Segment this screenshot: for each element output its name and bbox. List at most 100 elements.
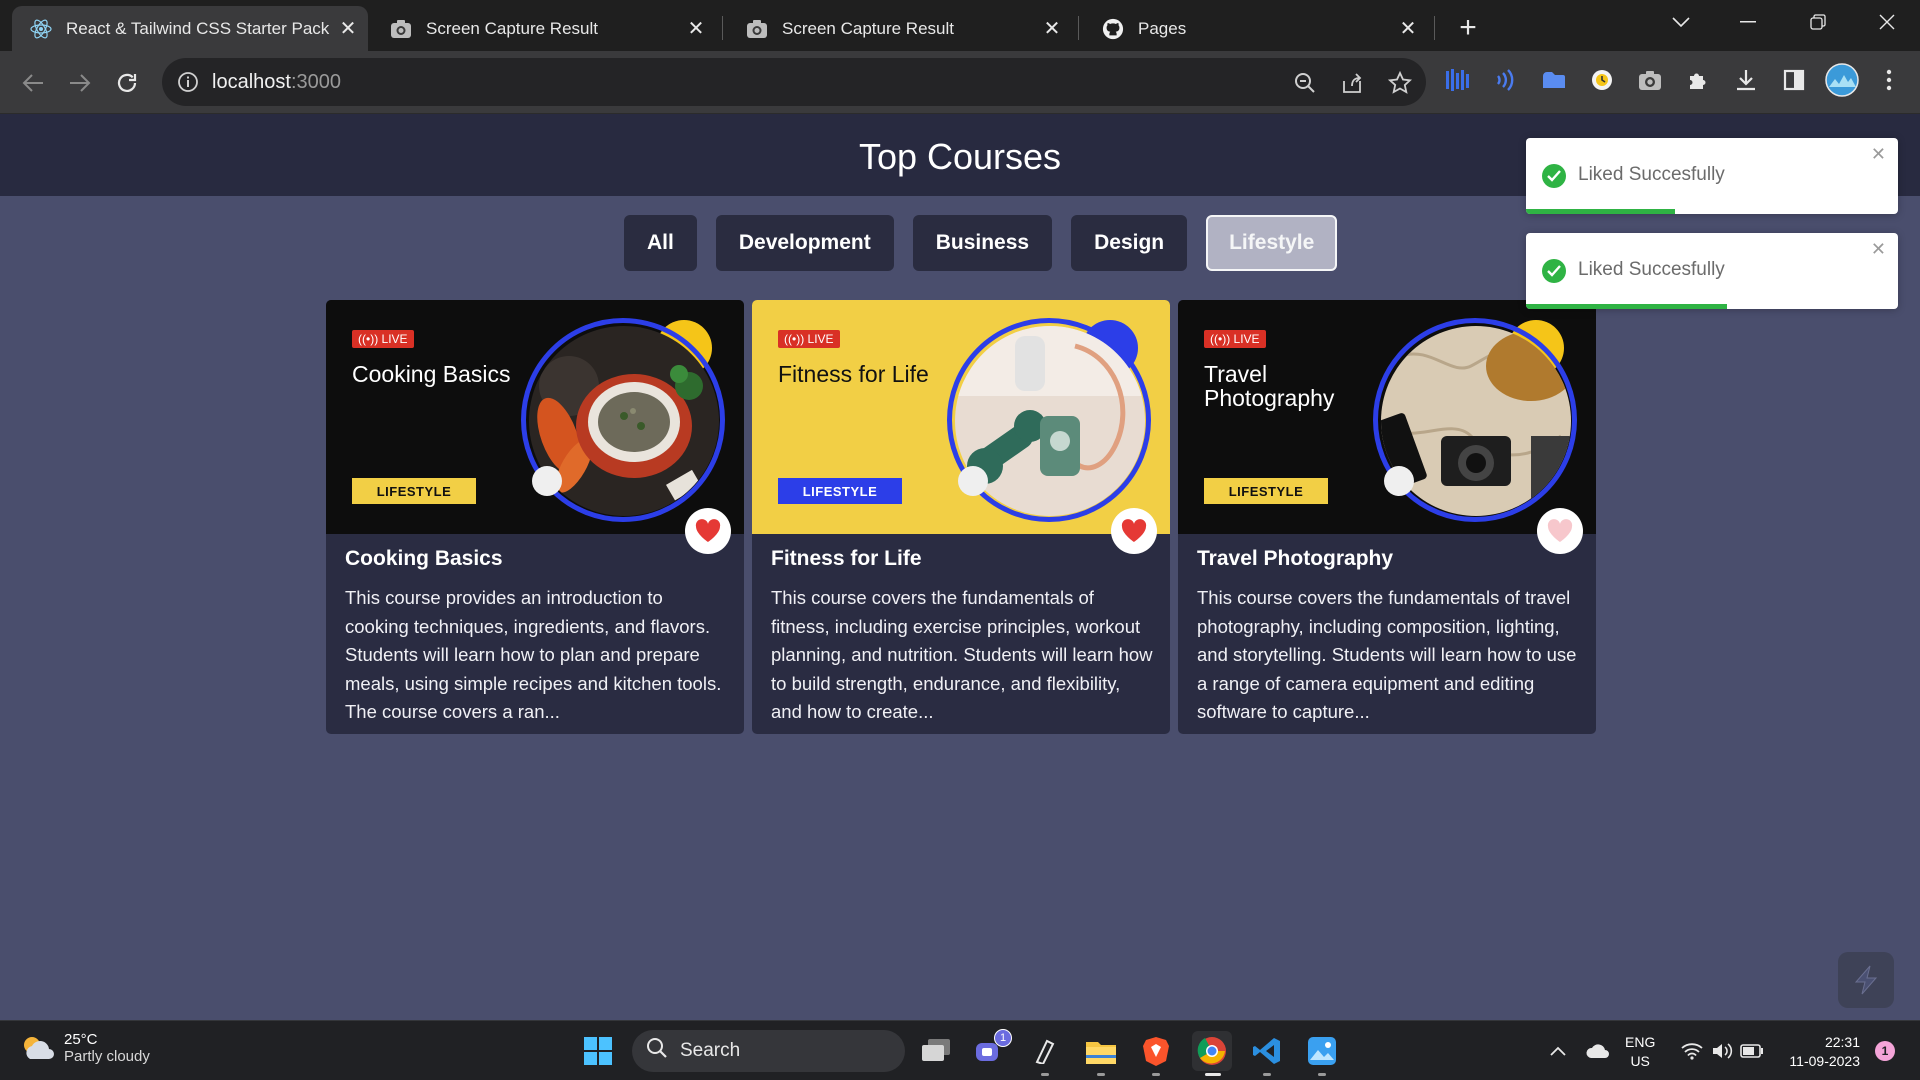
tab-screen-capture-1[interactable]: Screen Capture Result ✕ [372, 6, 716, 51]
show-hidden-icons-chevron[interactable] [1538, 1031, 1578, 1071]
tab-title: Pages [1138, 18, 1187, 38]
close-tab-icon[interactable]: ✕ [1394, 15, 1422, 43]
decorative-dot [958, 466, 988, 496]
heart-icon [1121, 519, 1147, 542]
filter-business-button[interactable]: Business [912, 215, 1053, 271]
filter-design-button[interactable]: Design [1071, 215, 1188, 271]
weather-temperature: 25°C [64, 1031, 98, 1048]
category-tag: LIFESTYLE [1204, 478, 1328, 504]
minimize-button[interactable] [1725, 6, 1771, 38]
new-tab-button[interactable]: + [1450, 10, 1486, 46]
notification-badge[interactable]: 1 [1875, 1041, 1895, 1061]
file-explorer-icon[interactable] [1081, 1031, 1121, 1071]
profile-avatar[interactable] [1824, 62, 1860, 98]
like-button[interactable] [685, 508, 731, 554]
extensions-puzzle-icon[interactable] [1683, 65, 1713, 95]
filter-lifestyle-button[interactable]: Lifestyle [1206, 215, 1338, 271]
filter-all-button[interactable]: All [624, 215, 697, 271]
thumbnail-title: Cooking Basics [352, 361, 511, 387]
tab-title: React & Tailwind CSS Starter Pack [66, 18, 330, 38]
extension-camera-icon[interactable] [1635, 65, 1665, 95]
extension-stats-icon[interactable] [1443, 65, 1473, 95]
category-tag: LIFESTYLE [352, 478, 476, 504]
address-bar[interactable]: localhost:3000 [162, 58, 1426, 106]
close-window-button[interactable] [1864, 6, 1910, 38]
chrome-icon[interactable] [1192, 1031, 1232, 1071]
restore-button[interactable] [1795, 6, 1841, 38]
extension-clock-icon[interactable] [1587, 65, 1617, 95]
toast-notification[interactable]: Liked Succesfully ✕ [1526, 233, 1898, 309]
course-card: ((•)) LIVE Fitness for Life LIFESTYLE Fi… [752, 300, 1170, 734]
close-toast-icon[interactable]: ✕ [1871, 239, 1886, 260]
close-tab-icon[interactable]: ✕ [1038, 15, 1066, 43]
battery-icon[interactable] [1732, 1031, 1772, 1071]
close-tab-icon[interactable]: ✕ [334, 15, 362, 43]
toast-progress-bar [1526, 304, 1727, 309]
course-description: This course covers the fundamentals of f… [771, 587, 1153, 722]
search-label: Search [680, 1040, 741, 1061]
floating-action-button[interactable] [1838, 952, 1894, 1008]
extension-folder-icon[interactable] [1539, 65, 1569, 95]
filter-development-button[interactable]: Development [715, 215, 894, 271]
search-icon [646, 1037, 668, 1065]
browser-menu-icon[interactable] [1874, 65, 1904, 95]
course-thumbnail: ((•)) LIVE Cooking Basics LIFESTYLE [326, 300, 744, 534]
partly-cloudy-icon [24, 1037, 54, 1059]
forward-button[interactable] [60, 63, 100, 103]
close-toast-icon[interactable]: ✕ [1871, 144, 1886, 165]
course-title: Cooking Basics [345, 547, 503, 570]
camera-icon [746, 18, 768, 40]
course-card: ((•)) LIVE Cooking Basics LIFESTYLE Cook… [326, 300, 744, 734]
course-description: This course provides an introduction to … [345, 587, 722, 722]
close-tab-icon[interactable]: ✕ [682, 15, 710, 43]
back-button[interactable] [13, 63, 53, 103]
course-description: This course covers the fundamentals of t… [1197, 587, 1577, 722]
category-filter-bar: All Development Business Design Lifestyl… [624, 215, 1338, 271]
url-text: localhost:3000 [212, 71, 341, 93]
app-icon-pen[interactable] [1025, 1031, 1065, 1071]
toast-message: Liked Succesfully [1578, 259, 1725, 280]
success-check-icon [1542, 259, 1566, 283]
zoom-icon[interactable] [1292, 70, 1318, 96]
course-title: Fitness for Life [771, 547, 922, 570]
heart-icon [695, 519, 721, 542]
onedrive-icon[interactable] [1578, 1031, 1618, 1071]
weather-widget[interactable]: 25°C Partly cloudy [20, 1031, 150, 1065]
clock[interactable]: 22:31 11-09-2023 [1780, 1033, 1860, 1071]
browser-tab-strip: React & Tailwind CSS Starter Pack ✕ Scre… [0, 0, 1920, 51]
toast-message: Liked Succesfully [1578, 164, 1725, 185]
task-view-icon[interactable] [916, 1031, 956, 1071]
reload-button[interactable] [107, 63, 147, 103]
download-icon[interactable] [1731, 65, 1761, 95]
tab-react-starter[interactable]: React & Tailwind CSS Starter Pack ✕ [12, 6, 368, 51]
course-card: ((•)) LIVE Travel Photography LIFESTYLE … [1178, 300, 1596, 734]
tab-pages[interactable]: Pages ✕ [1084, 6, 1428, 51]
brave-browser-icon[interactable] [1136, 1031, 1176, 1071]
windows-logo-icon [584, 1037, 612, 1065]
vscode-icon[interactable] [1247, 1031, 1287, 1071]
site-info-icon[interactable] [176, 70, 200, 94]
tab-screen-capture-2[interactable]: Screen Capture Result ✕ [728, 6, 1072, 51]
side-panel-icon[interactable] [1779, 65, 1809, 95]
decorative-dot [1384, 466, 1414, 496]
windows-taskbar: 25°C Partly cloudy Search 1 ENG US 22:31… [0, 1020, 1920, 1080]
live-badge: ((•)) LIVE [778, 330, 840, 348]
bookmark-star-icon[interactable] [1387, 70, 1413, 96]
share-icon[interactable] [1339, 70, 1365, 96]
heart-icon [1547, 519, 1573, 542]
thumbnail-title: Fitness for Life [778, 361, 929, 387]
like-button[interactable] [1537, 508, 1583, 554]
toast-notification[interactable]: Liked Succesfully ✕ [1526, 138, 1898, 214]
camera-icon [390, 18, 412, 40]
tab-title: Screen Capture Result [426, 18, 598, 38]
teams-chat-icon[interactable]: 1 [970, 1029, 1012, 1071]
input-language[interactable]: ENG US [1625, 1033, 1655, 1071]
start-button[interactable] [578, 1031, 618, 1071]
tab-search-icon[interactable] [1658, 6, 1704, 38]
taskbar-search-box[interactable]: Search [632, 1030, 905, 1072]
photos-app-icon[interactable] [1302, 1031, 1342, 1071]
like-button[interactable] [1111, 508, 1157, 554]
category-tag: LIFESTYLE [778, 478, 902, 504]
teams-badge: 1 [994, 1029, 1012, 1047]
extension-audio-icon[interactable] [1491, 65, 1521, 95]
